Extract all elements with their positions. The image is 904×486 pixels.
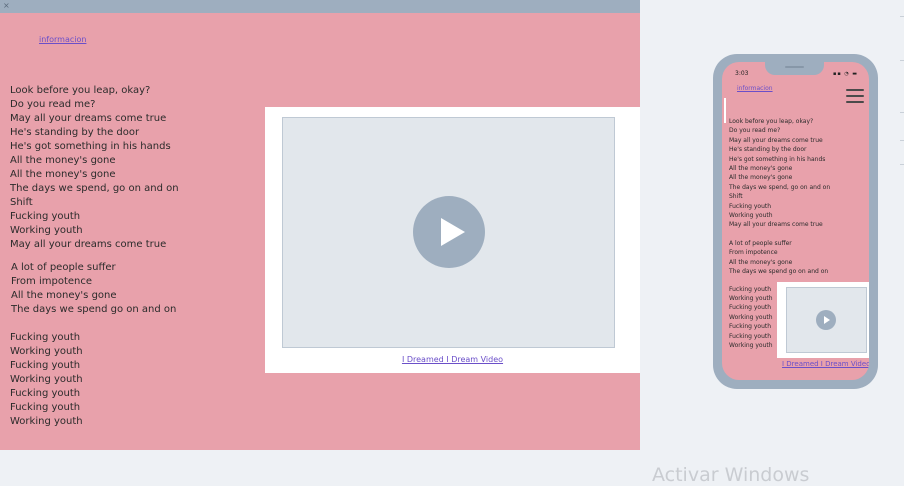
- lyric-line: All the money's gone: [10, 155, 116, 166]
- lyric-line: The days we spend go on and on: [11, 304, 177, 315]
- activation-watermark: Activar Windows: [652, 464, 810, 486]
- lyric-line: Look before you leap, okay?: [10, 85, 151, 96]
- lyric-line: The days we spend, go on and on: [10, 183, 179, 194]
- desktop-top-bar: ×: [0, 0, 640, 13]
- lyric-line: All the money's gone: [11, 290, 117, 301]
- lyric-line: Working youth: [10, 416, 83, 427]
- lyric-line: Fucking youth: [10, 360, 81, 371]
- lyric-line: From impotence: [11, 276, 93, 287]
- mobile-video-player[interactable]: [786, 287, 867, 353]
- close-icon[interactable]: ×: [3, 2, 10, 10]
- desktop-preview: informacion Look before you leap, okay? D…: [0, 13, 640, 450]
- video-card: I Dreamed I Dream Video: [265, 107, 640, 373]
- lyric-line: Shift: [729, 193, 743, 201]
- lyric-line: He's standing by the door: [729, 146, 807, 154]
- video-player[interactable]: [282, 117, 615, 348]
- video-title-link[interactable]: I Dreamed I Dream Video: [265, 355, 640, 364]
- lyric-line: He's got something in his hands: [10, 141, 171, 152]
- lyric-line: May all your dreams come true: [729, 221, 823, 229]
- lyric-line: Do you read me?: [729, 127, 781, 135]
- lyric-line: All the money's gone: [729, 174, 793, 182]
- edge-ruler: [900, 0, 904, 170]
- lyric-line: A lot of people suffer: [11, 262, 116, 273]
- informacion-link[interactable]: informacion: [39, 35, 86, 44]
- lyric-line: The days we spend go on and on: [729, 268, 829, 276]
- lyric-line: Working youth: [10, 374, 83, 385]
- lyric-line: All the money's gone: [729, 165, 793, 173]
- lyric-line: Fucking youth: [10, 211, 81, 222]
- play-icon[interactable]: [413, 196, 485, 268]
- lyric-line: Working youth: [10, 225, 83, 236]
- lyric-line: Working youth: [729, 212, 773, 220]
- lyric-line: From impotence: [729, 249, 778, 257]
- lyric-line: All the money's gone: [729, 258, 793, 266]
- lyric-line: May all your dreams come true: [10, 239, 167, 250]
- lyric-line: Fucking youth: [729, 202, 772, 210]
- lyric-line: Shift: [10, 197, 33, 208]
- lyric-line: May all your dreams come true: [729, 136, 823, 144]
- play-icon[interactable]: [816, 310, 836, 330]
- lyric-line: A lot of people suffer: [729, 239, 792, 247]
- lyric-line: Fucking youth: [10, 402, 81, 413]
- lyric-line: He's got something in his hands: [729, 155, 826, 163]
- lyric-line: May all your dreams come true: [10, 113, 167, 124]
- mobile-video-card: [777, 282, 869, 358]
- status-time: 3:03: [735, 70, 749, 77]
- phone-notch: [765, 62, 824, 75]
- lyric-line: Look before you leap, okay?: [729, 118, 814, 125]
- status-icons: ▪▪ ◔ ▬: [832, 71, 858, 77]
- lyric-line: Working youth: [10, 346, 83, 357]
- lyric-line: All the money's gone: [10, 169, 116, 180]
- lyric-line: Fucking youth: [10, 332, 81, 343]
- scroll-indicator: [724, 98, 726, 123]
- lyric-line: The days we spend, go on and on: [729, 183, 831, 191]
- lyric-line: Do you read me?: [10, 99, 96, 110]
- phone-screen: 3:03 ▪▪ ◔ ▬ informacion Look before you …: [722, 62, 869, 380]
- lyric-line: He's standing by the door: [10, 127, 140, 138]
- mobile-informacion-link[interactable]: informacion: [737, 85, 773, 92]
- lyrics-text: Look before you leap, okay? Do you read m…: [10, 84, 179, 429]
- mobile-video-title-link[interactable]: I Dreamed I Dream Video: [782, 360, 869, 368]
- hamburger-menu-icon[interactable]: [846, 89, 864, 106]
- phone-frame: 3:03 ▪▪ ◔ ▬ informacion Look before you …: [713, 54, 878, 389]
- lyric-line: Fucking youth: [10, 388, 81, 399]
